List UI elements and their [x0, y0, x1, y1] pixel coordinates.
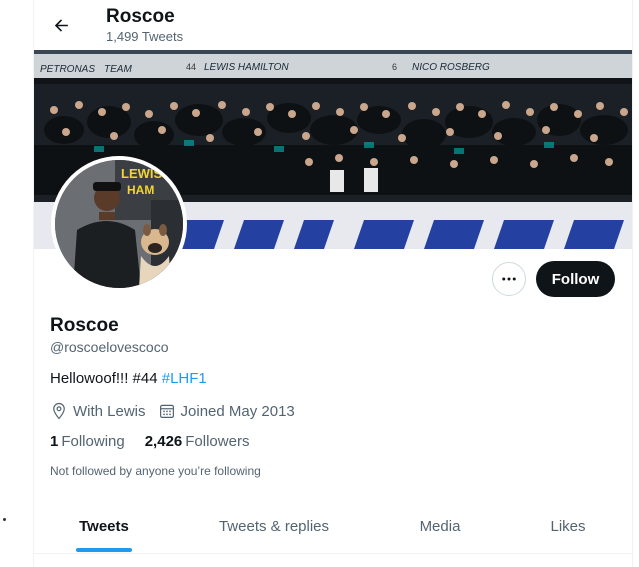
location-item: With Lewis: [50, 402, 146, 420]
back-button[interactable]: [44, 8, 78, 42]
banner-text-petronas: PETRONAS: [40, 64, 95, 75]
profile-tabs: Tweets Tweets & replies Media Likes: [34, 500, 632, 554]
profile-handle: @roscoelovescoco: [50, 339, 169, 355]
following-count: 1: [50, 433, 59, 450]
left-sidebar-edge: [0, 0, 33, 567]
profile-header-bar: Roscoe 1,499 Tweets: [34, 0, 632, 50]
followers-count: 2,426: [144, 433, 183, 450]
active-tab-indicator: [76, 548, 132, 552]
header-tweet-count: 1,499 Tweets: [106, 29, 184, 44]
following-label: Following: [61, 433, 125, 450]
location-pin-icon: [53, 402, 65, 420]
bio-hashtag-link[interactable]: #LHF1: [162, 370, 207, 387]
joined-item: Joined May 2013: [158, 402, 295, 420]
profile-display-name: Roscoe: [50, 315, 119, 336]
tab-tweets-and-replies[interactable]: Tweets & replies: [202, 500, 346, 553]
avatar-text-ham: HAM: [127, 183, 154, 197]
profile-bio: Hellowoof!!! #44 #LHF1: [50, 370, 207, 387]
banner-text-6: 6: [392, 62, 397, 72]
tab-likes[interactable]: Likes: [528, 500, 608, 553]
more-options-button[interactable]: [492, 262, 526, 296]
followers-label: Followers: [185, 433, 250, 450]
profile-meta: With Lewis Joined May 2013: [50, 401, 307, 421]
calendar-icon: [159, 404, 174, 418]
not-followed-notice: Not followed by anyone you’re following: [50, 464, 261, 478]
follow-stats: 1 Following 2,426 Followers: [50, 433, 269, 450]
tab-media[interactable]: Media: [394, 500, 486, 553]
banner-text-lewis: LEWIS HAMILTON: [204, 62, 289, 73]
sidebar-dot: [3, 518, 6, 521]
avatar-text-lewis: LEWIS: [121, 166, 162, 181]
joined-text: Joined May 2013: [180, 402, 295, 420]
avatar-image: LEWIS HAM: [55, 160, 183, 288]
banner-text-team: TEAM: [104, 64, 132, 75]
arrow-left-icon: [54, 18, 68, 32]
tab-tweets[interactable]: Tweets: [50, 500, 158, 553]
profile-column: Roscoe 1,499 Tweets PETRONAS TEAM 44 LEW…: [33, 0, 633, 567]
more-dots-icon: [502, 277, 516, 281]
location-text: With Lewis: [73, 402, 146, 420]
banner-text-44: 44: [186, 62, 196, 72]
bio-text: Hellowoof!!! #44: [50, 370, 162, 387]
banner-text-nico: NICO ROSBERG: [412, 62, 490, 73]
header-name: Roscoe: [106, 6, 175, 27]
followers-link[interactable]: 2,426 Followers: [145, 433, 250, 450]
profile-avatar[interactable]: LEWIS HAM: [51, 156, 187, 292]
following-link[interactable]: 1 Following: [50, 433, 125, 450]
follow-button[interactable]: Follow: [536, 261, 615, 297]
